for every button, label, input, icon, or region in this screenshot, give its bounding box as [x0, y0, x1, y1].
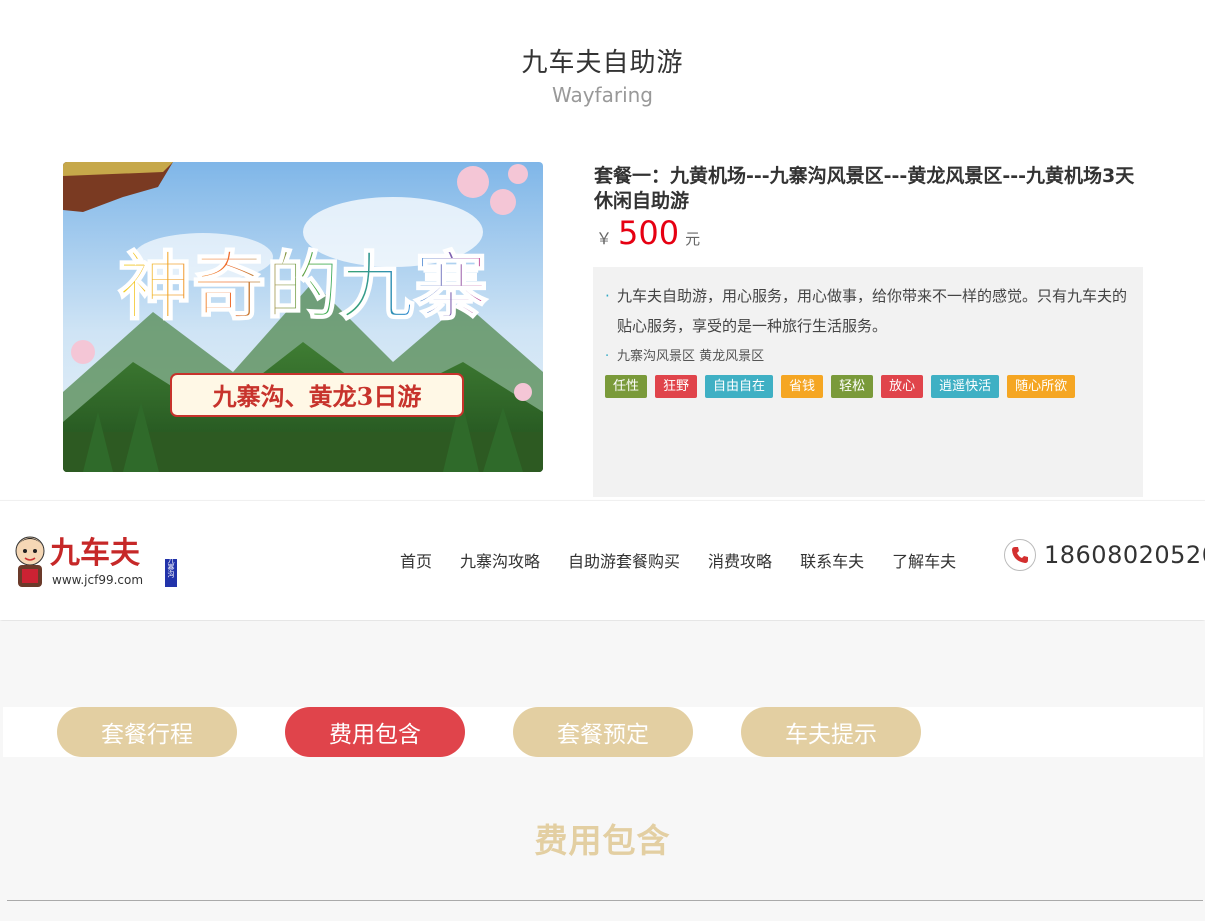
price-value: 500 [618, 214, 680, 252]
site-logo[interactable]: 九车夫 www.jcf99.com 九寨沟 [8, 529, 180, 593]
content-background [0, 621, 1205, 921]
phone-number: 18608020520 [1044, 541, 1205, 569]
banner-title-text: 神奇的九寨 [118, 244, 488, 330]
phone-icon [1004, 539, 1036, 571]
nav-contact[interactable]: 联系车夫 [800, 548, 864, 572]
price-unit: 元 [685, 230, 701, 248]
package-price: ￥ 500 元 [596, 214, 700, 252]
tab-fee-includes[interactable]: 费用包含 [285, 707, 465, 757]
nav-jiuzhaigou-guide[interactable]: 九寨沟攻略 [460, 548, 540, 572]
tab-itinerary[interactable]: 套餐行程 [57, 707, 237, 757]
nav-about[interactable]: 了解车夫 [892, 548, 956, 572]
fee-section-title: 费用包含 [534, 821, 671, 860]
tag: 轻松 [831, 375, 874, 398]
tag: 随心所欲 [1007, 375, 1076, 398]
page: 九车夫自助游 Wayfaring 神奇的九寨 九寨沟、黄龙3日游 套餐一：九黄机… [0, 0, 1205, 921]
nav-home[interactable]: 首页 [400, 548, 432, 572]
package-banner-image[interactable]: 神奇的九寨 九寨沟、黄龙3日游 [63, 162, 543, 472]
nav-package-purchase[interactable]: 自助游套餐购买 [568, 548, 680, 572]
tag: 放心 [881, 375, 924, 398]
tab-booking[interactable]: 套餐预定 [513, 707, 693, 757]
logo-url: www.jcf99.com [52, 573, 143, 587]
section-title: 九车夫自助游 Wayfaring [0, 42, 1205, 107]
price-currency: ￥ [596, 229, 613, 248]
logo-badge: 九寨沟 [167, 556, 175, 579]
logo-text: 九车夫 [50, 536, 141, 571]
tag: 省钱 [781, 375, 824, 398]
tag: 逍遥快活 [931, 375, 1000, 398]
tag: 自由自在 [705, 375, 774, 398]
phone-contact[interactable]: 18608020520 [1004, 539, 1205, 571]
package-title[interactable]: 套餐一：九黄机场---九寨沟风景区---黄龙风景区---九黄机场3天休闲自助游 [594, 164, 1144, 214]
tag: 任性 [605, 375, 648, 398]
package-description-box: 九车夫自助游，用心服务，用心做事，给你带来不一样的感觉。只有九车夫的贴心服务，享… [593, 267, 1143, 497]
tag: 狂野 [655, 375, 698, 398]
tab-tips[interactable]: 车夫提示 [741, 707, 921, 757]
banner-subtitle-text: 九寨沟、黄龙3日游 [212, 382, 422, 411]
section-title-en: Wayfaring [551, 83, 654, 107]
divider [7, 900, 1203, 901]
main-nav: 首页 九寨沟攻略 自助游套餐购买 消费攻略 联系车夫 了解车夫 [400, 548, 956, 572]
package-spots: 九寨沟风景区 黄龙风景区 [605, 347, 1131, 367]
section-title-cn: 九车夫自助游 [521, 48, 684, 78]
package-description: 九车夫自助游，用心服务，用心做事，给你带来不一样的感觉。只有九车夫的贴心服务，享… [605, 281, 1131, 341]
package-tags: 任性 狂野 自由自在 省钱 轻松 放心 逍遥快活 随心所欲 [605, 375, 1131, 398]
nav-spending-guide[interactable]: 消费攻略 [708, 548, 772, 572]
